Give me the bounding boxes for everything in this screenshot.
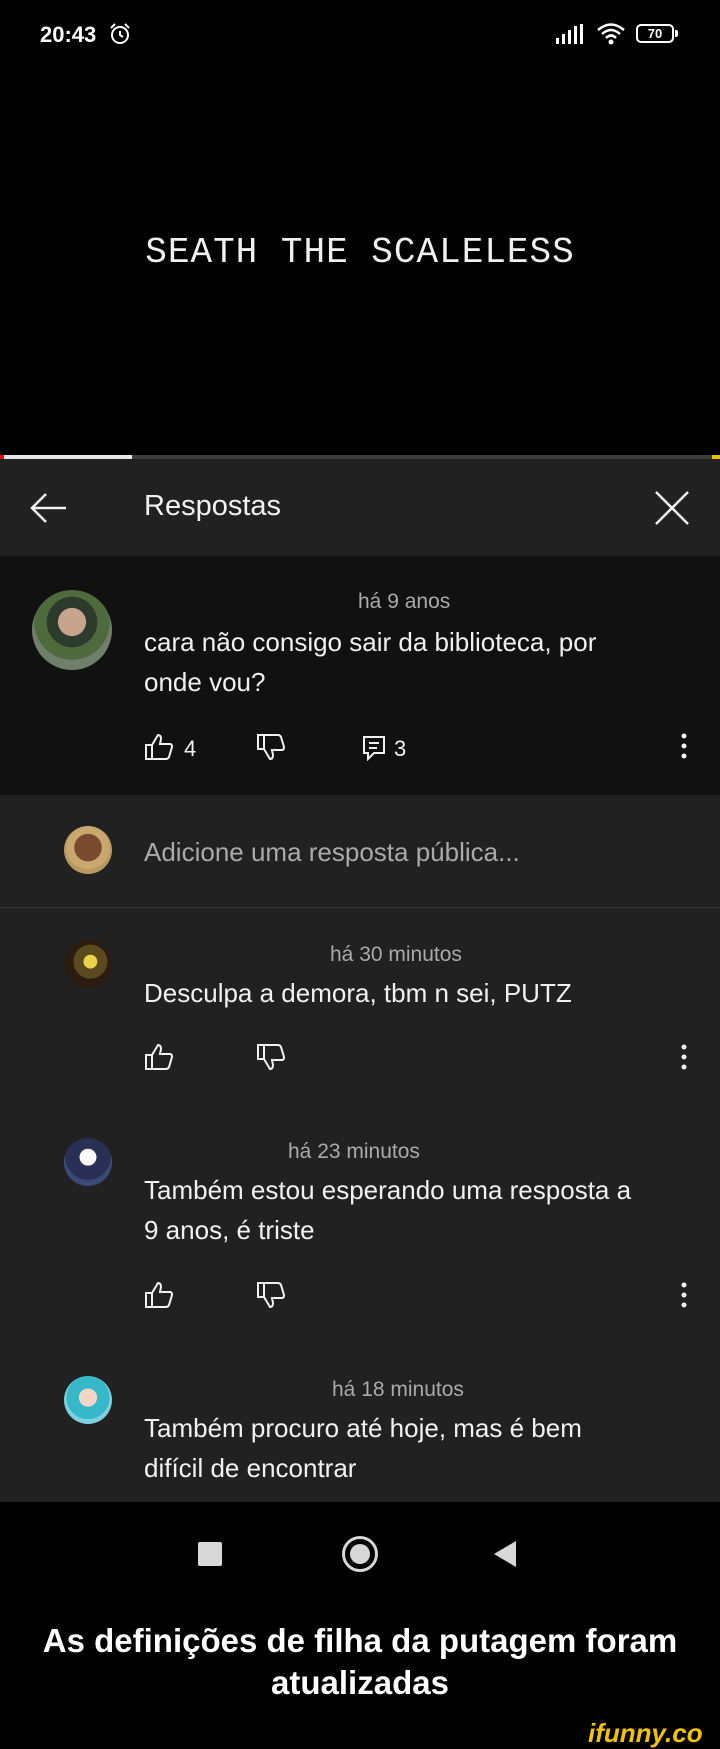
like-icon[interactable] <box>144 1281 174 1309</box>
header-title: Respostas <box>144 490 282 522</box>
video-title: SEATH THE SCALELESS <box>145 232 575 273</box>
reply-text-line1: Desculpa a demora, tbm n sei, PUTZ <box>144 978 572 1008</box>
replies-header <box>0 459 720 556</box>
like-count: 4 <box>184 736 197 761</box>
reply-input[interactable]: Adicione uma resposta pública... <box>144 837 520 868</box>
battery-cap <box>675 30 678 37</box>
reply-time: há 18 minutos <box>332 1378 464 1401</box>
more-options-icon[interactable] <box>680 1281 688 1309</box>
like-icon[interactable] <box>144 1043 174 1071</box>
reply-text-line1: Também estou esperando uma resposta a <box>144 1175 632 1205</box>
signal-icon <box>556 24 583 44</box>
more-options-icon[interactable] <box>680 1043 688 1071</box>
reply-count: 3 <box>394 736 407 761</box>
caption-line1: As definições de filha da putagem foram <box>42 1622 678 1659</box>
comment-text-line1: cara não consigo sair da biblioteca, por <box>144 627 597 657</box>
meme-caption: As definições de filha da putagem foram … <box>0 1620 720 1704</box>
back-arrow-icon[interactable] <box>28 490 68 526</box>
avatar[interactable] <box>64 1376 112 1424</box>
avatar[interactable] <box>64 1138 112 1186</box>
reply-text-line2: difícil de encontrar <box>144 1453 357 1483</box>
battery-icon: 70 <box>636 24 674 43</box>
reply-time: há 23 minutos <box>288 1140 420 1163</box>
status-time: 20:43 <box>40 22 97 47</box>
reply-time: há 30 minutos <box>330 943 462 966</box>
avatar <box>64 826 112 874</box>
avatar[interactable] <box>64 940 112 988</box>
more-options-icon[interactable] <box>680 732 688 760</box>
dislike-icon[interactable] <box>256 733 286 761</box>
reply-icon[interactable] <box>362 735 386 761</box>
wifi-icon <box>597 23 625 45</box>
like-icon[interactable] <box>144 733 174 761</box>
reply-text-line1: Também procuro até hoje, mas é bem <box>144 1413 582 1443</box>
caption-line2: atualizadas <box>271 1664 449 1701</box>
recents-square-icon[interactable] <box>198 1542 222 1566</box>
comment-text-line2: onde vou? <box>144 667 266 697</box>
avatar[interactable] <box>32 590 112 670</box>
comment-time: há 9 anos <box>358 590 451 613</box>
alarm-icon <box>110 23 130 44</box>
watermark: ifunny.co <box>588 1718 703 1748</box>
close-icon[interactable] <box>652 488 692 528</box>
back-triangle-icon[interactable] <box>494 1541 516 1567</box>
reply-text-line2: 9 anos, é triste <box>144 1215 315 1245</box>
home-circle-inner <box>350 1544 370 1564</box>
dislike-icon[interactable] <box>256 1281 286 1309</box>
dislike-icon[interactable] <box>256 1043 286 1071</box>
